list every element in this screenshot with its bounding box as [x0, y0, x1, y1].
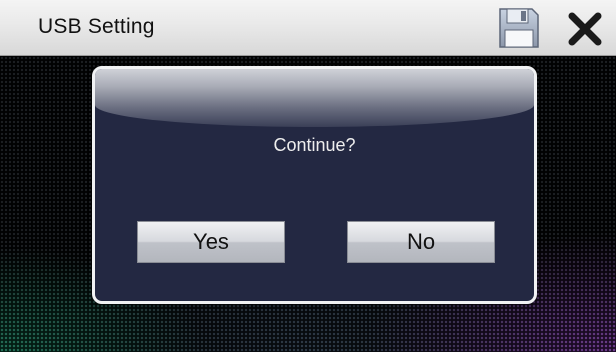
screen: USB Setting Continue? Yes No	[0, 0, 616, 352]
page-title: USB Setting	[38, 15, 155, 38]
close-icon[interactable]	[566, 10, 604, 48]
dialog-header	[95, 69, 534, 127]
yes-button[interactable]: Yes	[137, 221, 285, 263]
save-icon[interactable]	[497, 6, 541, 50]
confirm-dialog: Continue? Yes No	[92, 66, 537, 304]
no-button[interactable]: No	[347, 221, 495, 263]
dialog-message: Continue?	[273, 135, 356, 155]
title-bar: USB Setting	[0, 0, 616, 56]
